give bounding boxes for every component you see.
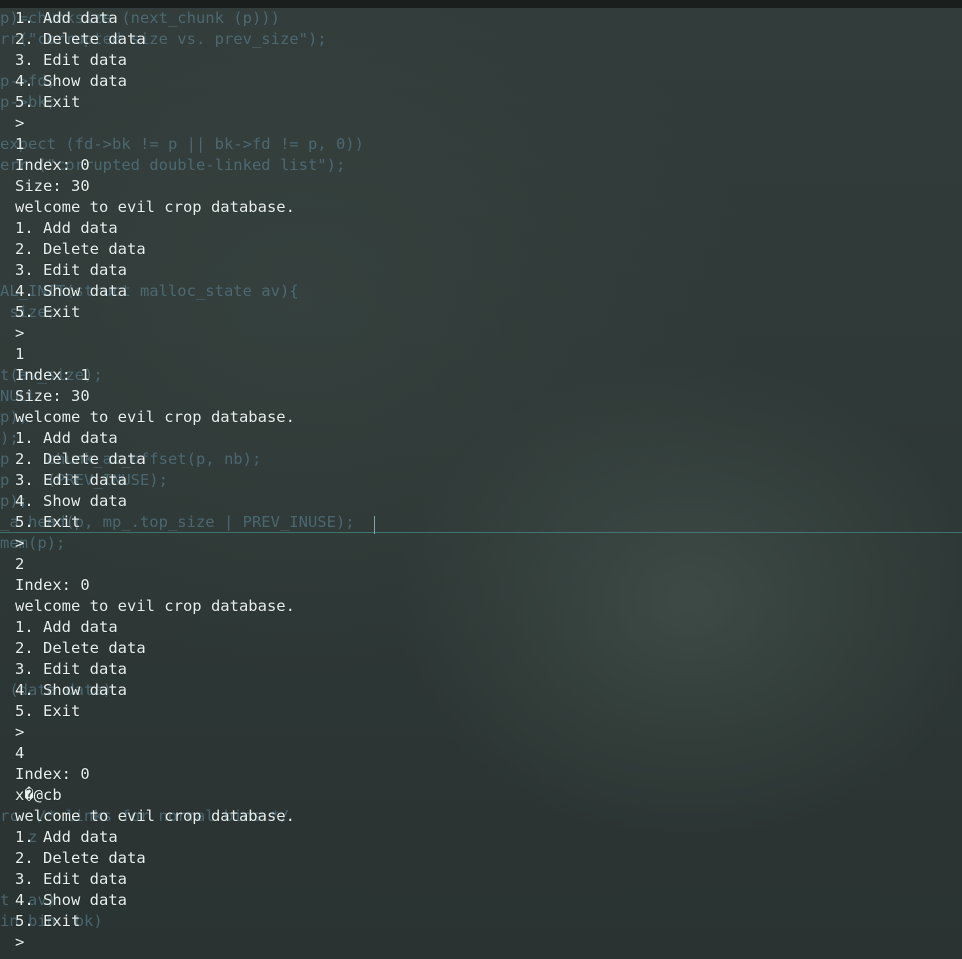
terminal-line: 5. Exit [15, 912, 81, 930]
terminal-prompt: > [15, 114, 25, 132]
terminal-line: 1 [15, 345, 25, 363]
terminal-line: 4. Show data [15, 492, 127, 510]
terminal-line: 3. Edit data [15, 660, 127, 678]
terminal-line: 3. Edit data [15, 51, 127, 69]
terminal-line: 2 [15, 555, 25, 573]
terminal-line: Index: 0 [15, 576, 90, 594]
terminal-line: x�@cb [15, 786, 62, 804]
terminal-line: welcome to evil crop database. [15, 807, 295, 825]
terminal-line: Index: 0 [15, 765, 90, 783]
terminal-line: Size: 30 [15, 177, 90, 195]
terminal-line: 3. Edit data [15, 870, 127, 888]
terminal-prompt: > [15, 324, 25, 342]
terminal-line: 1. Add data [15, 828, 118, 846]
terminal-line: 4. Show data [15, 282, 127, 300]
terminal-line: 4 [15, 744, 25, 762]
terminal-line: Index: 0 [15, 156, 90, 174]
terminal-prompt: > [15, 933, 25, 951]
terminal-line: welcome to evil crop database. [15, 408, 295, 426]
terminal-line: welcome to evil crop database. [15, 597, 295, 615]
terminal-line: Size: 30 [15, 387, 90, 405]
terminal-line: 2. Delete data [15, 639, 146, 657]
terminal-line: 5. Exit [15, 303, 81, 321]
terminal-line: 1 [15, 135, 25, 153]
terminal-line: 2. Delete data [15, 849, 146, 867]
terminal-line: 3. Edit data [15, 261, 127, 279]
terminal-line: 2. Delete data [15, 240, 146, 258]
terminal-line: 3. Edit data [15, 471, 127, 489]
terminal-line: 4. Show data [15, 891, 127, 909]
terminal-line: 1. Add data [15, 618, 118, 636]
terminal-line: 4. Show data [15, 72, 127, 90]
terminal-line: 1. Add data [15, 219, 118, 237]
terminal-prompt: > [15, 723, 25, 741]
terminal-line: 2. Delete data [15, 30, 146, 48]
terminal-line: welcome to evil crop database. [15, 198, 295, 216]
terminal-line: 5. Exit [15, 93, 81, 111]
terminal-line: 5. Exit [15, 513, 81, 531]
terminal-line: 1. Add data [15, 429, 118, 447]
terminal-prompt: > [15, 534, 25, 552]
terminal-output[interactable]: 1. Add data 2. Delete data 3. Edit data 4. … [0, 0, 962, 959]
terminal-line: 4. Show data [15, 681, 127, 699]
terminal-line: Index: 1 [15, 366, 90, 384]
terminal-line: 5. Exit [15, 702, 81, 720]
terminal-window[interactable]: p)=chunksize (next_chunk (p))) rr("corrup… [0, 0, 962, 959]
terminal-line: 1. Add data [15, 9, 118, 27]
terminal-line: 2. Delete data [15, 450, 146, 468]
